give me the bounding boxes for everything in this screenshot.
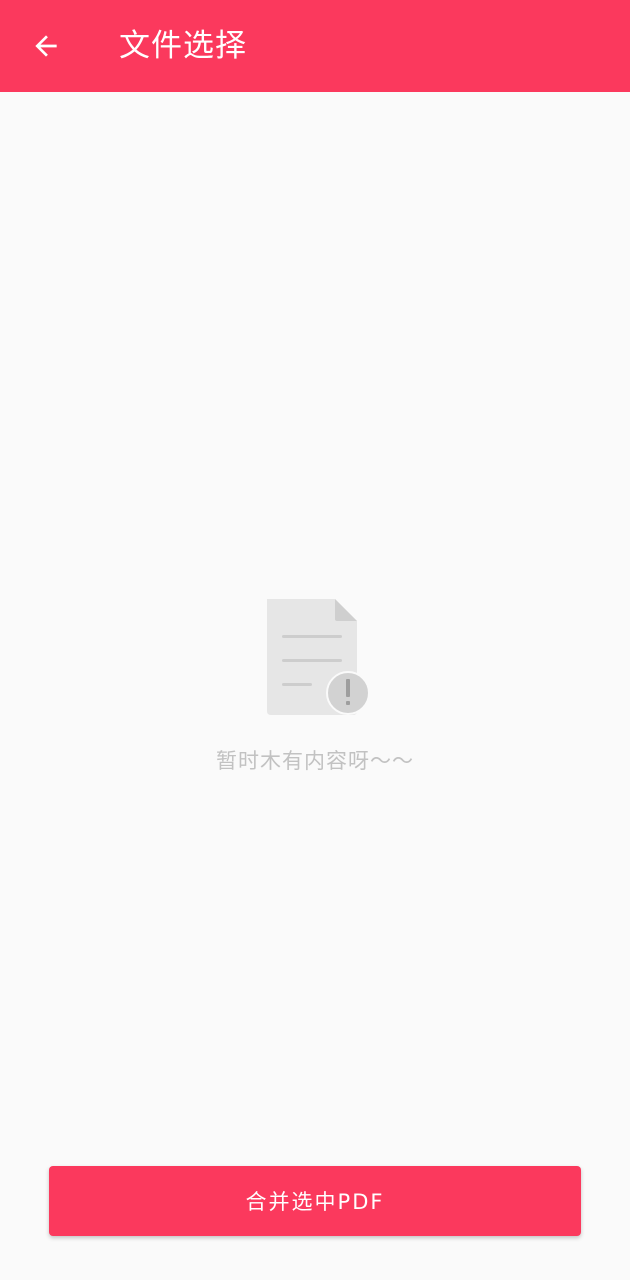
merge-selected-pdf-button[interactable]: 合并选中PDF: [49, 1166, 581, 1236]
back-button[interactable]: [22, 22, 70, 70]
document-alert-icon: [267, 599, 370, 715]
arrow-left-icon: [35, 35, 57, 57]
page-title: 文件选择: [119, 28, 247, 64]
app-bar: 文件选择: [0, 0, 630, 92]
empty-state: 暂时木有内容呀～～: [0, 595, 630, 775]
empty-message: 暂时木有内容呀～～: [216, 749, 414, 773]
